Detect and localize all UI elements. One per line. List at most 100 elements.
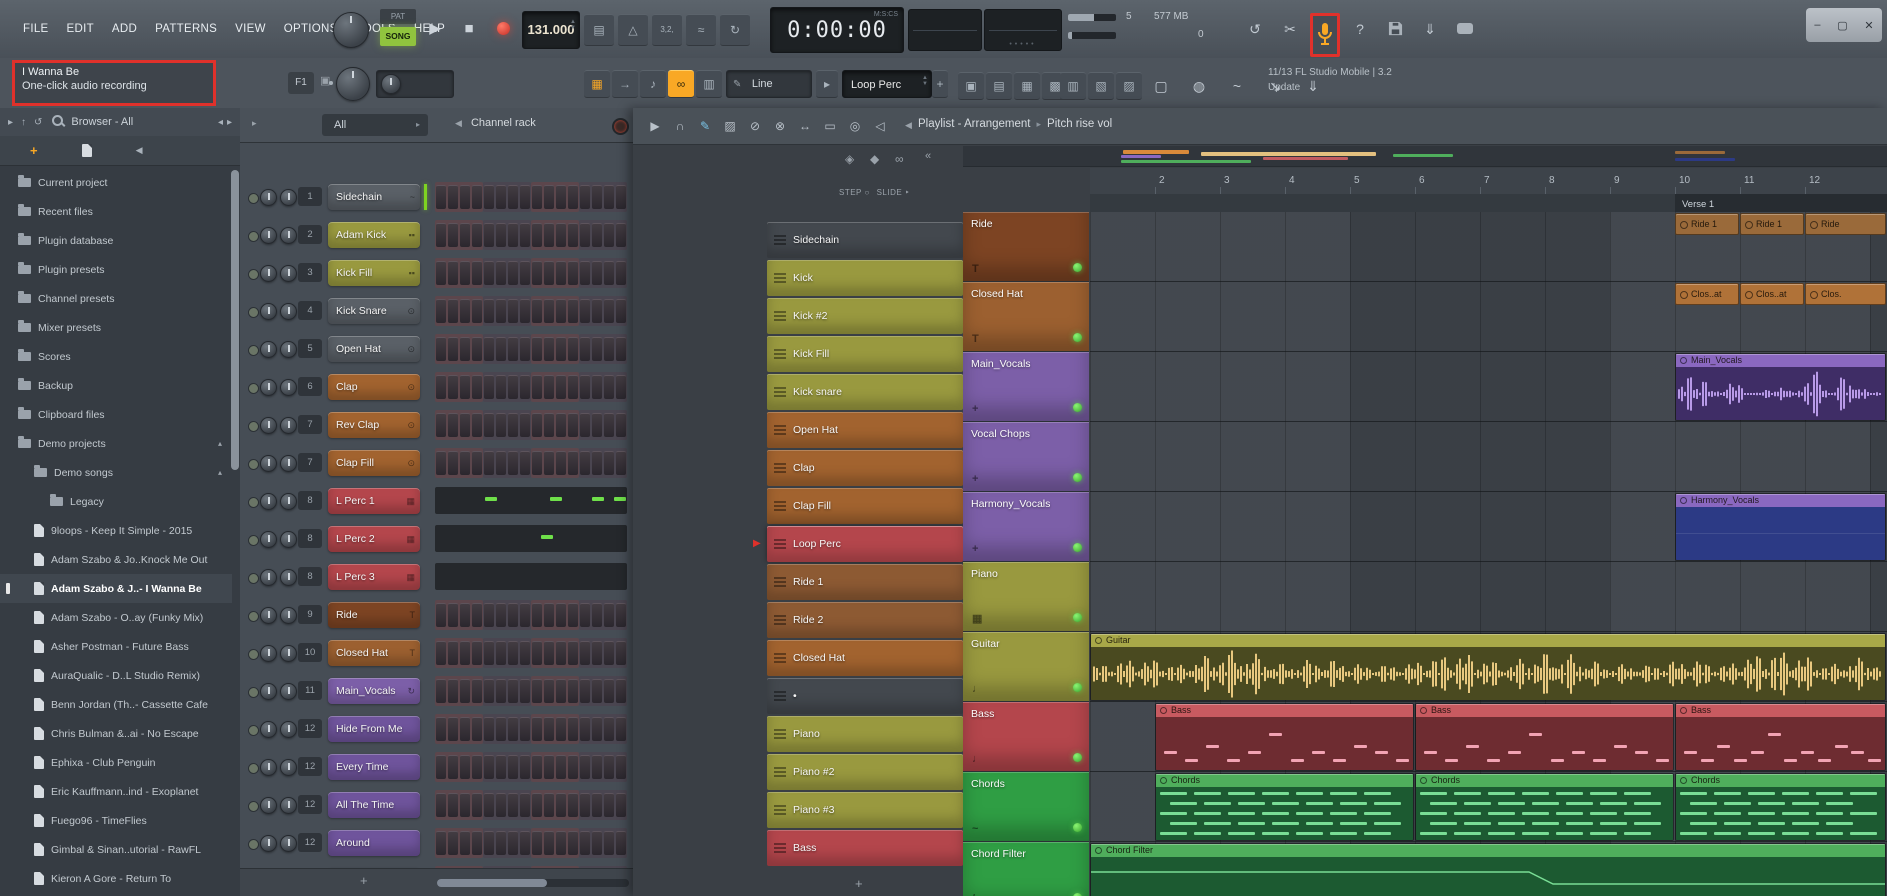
step-cell[interactable] — [592, 679, 602, 703]
pattern-clip[interactable]: Bass — [1675, 703, 1886, 771]
volume-knob[interactable] — [280, 607, 297, 624]
browser-item[interactable]: Backup — [0, 371, 232, 400]
browser-item[interactable]: Scores — [0, 342, 232, 371]
pan-knob[interactable] — [260, 417, 277, 434]
step-cell[interactable] — [460, 413, 470, 437]
step-cell[interactable] — [484, 451, 494, 475]
channel-mute-led[interactable] — [248, 839, 259, 850]
step-cell[interactable] — [448, 793, 458, 817]
step-cell[interactable] — [604, 793, 614, 817]
picker-pattern[interactable]: Bass — [767, 830, 963, 866]
playlist-track-header[interactable]: Closed HatT — [963, 282, 1089, 351]
channel-mute-led[interactable] — [248, 497, 259, 508]
step-cell[interactable] — [532, 337, 542, 361]
step-cell[interactable] — [556, 299, 566, 323]
channel-button[interactable]: Hide From Me — [328, 716, 420, 742]
record-button[interactable] — [488, 14, 518, 44]
close-button[interactable]: ✕ — [1864, 19, 1873, 32]
picker-pattern[interactable]: Piano #2 — [767, 754, 963, 790]
channel-mute-led[interactable] — [248, 383, 259, 394]
step-cell[interactable] — [556, 831, 566, 855]
expander-icon[interactable]: ▴ — [218, 468, 222, 477]
browser-item[interactable]: Demo projects▴ — [0, 429, 232, 458]
step-cell[interactable] — [448, 831, 458, 855]
step-cell[interactable] — [544, 793, 554, 817]
mixer-target-badge[interactable]: 1 — [298, 187, 322, 206]
step-cell[interactable] — [592, 337, 602, 361]
tempo-display[interactable]: 131.000 ▲▼ — [522, 11, 580, 49]
channel-mute-led[interactable] — [248, 687, 259, 698]
track-enable-led[interactable] — [1073, 333, 1082, 342]
mixer-target-badge[interactable]: 6 — [298, 377, 322, 396]
step-cell[interactable] — [460, 261, 470, 285]
step-cell[interactable] — [580, 793, 590, 817]
step-cell[interactable] — [580, 299, 590, 323]
step-cell[interactable] — [508, 717, 518, 741]
step-cell[interactable] — [460, 375, 470, 399]
step-cell[interactable] — [472, 603, 482, 627]
step-cell[interactable] — [604, 679, 614, 703]
paint-icon[interactable]: ▨ — [718, 114, 742, 138]
volume-knob[interactable] — [280, 645, 297, 662]
volume-knob[interactable] — [280, 303, 297, 320]
step-cell[interactable] — [508, 603, 518, 627]
picker-pattern[interactable]: Open Hat — [767, 412, 963, 448]
step-cell[interactable] — [508, 261, 518, 285]
step-cell[interactable] — [568, 679, 578, 703]
step-cell[interactable] — [616, 337, 626, 361]
playlist-track-header[interactable]: Chord Filter/ — [963, 842, 1089, 896]
step-cell[interactable] — [496, 831, 506, 855]
channel-button[interactable]: Kick Snare⊙ — [328, 298, 420, 324]
audio-clip[interactable]: Main_Vocals — [1675, 353, 1886, 421]
picker-pattern[interactable]: Ride 1 — [767, 564, 963, 600]
step-cell[interactable] — [436, 337, 446, 361]
step-cell[interactable] — [496, 261, 506, 285]
track-enable-led[interactable] — [1073, 753, 1082, 762]
minimize-button[interactable]: – — [1814, 19, 1820, 31]
pattern-preview[interactable] — [435, 525, 627, 552]
step-cell[interactable] — [592, 793, 602, 817]
step-cell[interactable] — [544, 375, 554, 399]
volume-knob[interactable] — [280, 341, 297, 358]
step-cell[interactable] — [460, 679, 470, 703]
step-cell[interactable] — [460, 831, 470, 855]
step-cell[interactable] — [556, 679, 566, 703]
step-cell[interactable] — [556, 413, 566, 437]
step-cell[interactable] — [532, 185, 542, 209]
draw-icon[interactable]: ✎ — [693, 114, 717, 138]
step-cell[interactable] — [472, 755, 482, 779]
browser-toggle-icon[interactable]: ▥ — [1060, 72, 1086, 100]
automation-icon[interactable]: ~ — [1222, 70, 1252, 102]
channel-mute-led[interactable] — [248, 801, 259, 812]
browser-item[interactable]: Recent files — [0, 197, 232, 226]
track-enable-led[interactable] — [1073, 543, 1082, 552]
picker-pattern[interactable]: • — [767, 678, 963, 714]
channel-mute-led[interactable] — [248, 421, 259, 432]
step-cell[interactable] — [520, 831, 530, 855]
pan-knob[interactable] — [260, 493, 277, 510]
step-cell[interactable] — [604, 261, 614, 285]
step-cell[interactable] — [604, 337, 614, 361]
step-cell[interactable] — [592, 261, 602, 285]
picker-pattern[interactable]: Kick — [767, 260, 963, 296]
audio-clip[interactable]: Chord Filter — [1090, 843, 1886, 896]
volume-knob[interactable] — [280, 683, 297, 700]
step-cell[interactable] — [604, 717, 614, 741]
step-cell[interactable] — [544, 413, 554, 437]
step-cell[interactable] — [484, 413, 494, 437]
oscilloscope[interactable] — [908, 9, 982, 51]
step-cell[interactable] — [484, 299, 494, 323]
search-icon[interactable] — [42, 115, 63, 129]
microphone-icon[interactable] — [1310, 13, 1340, 45]
step-cell[interactable] — [580, 337, 590, 361]
mixer-target-badge[interactable]: 9 — [298, 605, 322, 624]
step-cell[interactable] — [508, 793, 518, 817]
step-cell[interactable] — [580, 831, 590, 855]
playlist-overview-strip[interactable] — [963, 146, 1887, 167]
browser-item[interactable]: Adam Szabo & J..- I Wanna Be — [0, 574, 232, 603]
step-cell[interactable] — [568, 755, 578, 779]
mute-icon[interactable]: ⊗ — [768, 114, 792, 138]
step-cell[interactable] — [472, 679, 482, 703]
channel-mute-led[interactable] — [248, 573, 259, 584]
step-cell[interactable] — [580, 717, 590, 741]
